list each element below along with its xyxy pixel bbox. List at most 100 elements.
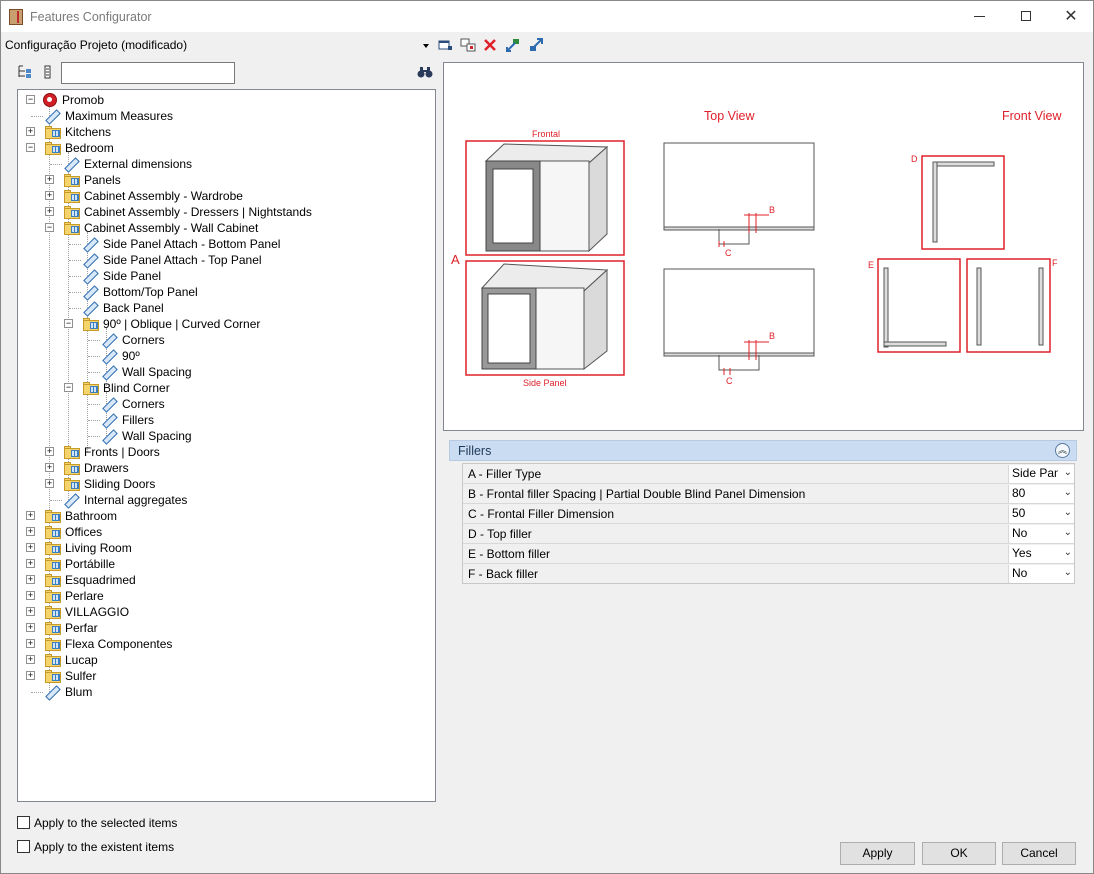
tree-item[interactable]: + Cabinet Assembly - Dressers | Nightstan… [18, 204, 428, 220]
expand-toggle[interactable]: + [45, 207, 54, 216]
tree-item[interactable]: + Lucap [18, 652, 428, 668]
apply-existent-checkbox[interactable]: Apply to the existent items [17, 840, 217, 856]
tree-item-label: Back Panel [103, 301, 164, 315]
tree-item[interactable]: + Flexa Componentes [18, 636, 428, 652]
tree-item[interactable]: Maximum Measures [18, 108, 428, 124]
tree-item[interactable]: + Sliding Doors [18, 476, 428, 492]
property-dropdown[interactable]: 80 ⌄ [1008, 485, 1075, 503]
profile-select[interactable]: Configuração Projeto (modificado) [5, 38, 431, 54]
delete-icon[interactable] [482, 37, 498, 53]
tree-item[interactable]: − Cabinet Assembly - Wall Cabinet [18, 220, 428, 236]
property-dropdown[interactable]: No ⌄ [1008, 525, 1075, 543]
tree-item[interactable]: Fillers [18, 412, 428, 428]
tree-item[interactable]: 90º [18, 348, 428, 364]
tree-item[interactable]: Wall Spacing [18, 428, 428, 444]
tree-item[interactable]: + Offices [18, 524, 428, 540]
checkbox-box[interactable] [17, 816, 30, 829]
expand-toggle[interactable]: + [26, 639, 35, 648]
chevron-down-icon[interactable]: ⌄ [1064, 547, 1072, 558]
tree-item[interactable]: Back Panel [18, 300, 428, 316]
tree-item[interactable]: Wall Spacing [18, 364, 428, 380]
collapse-toggle[interactable]: − [45, 223, 54, 232]
tree-item[interactable]: + Panels [18, 172, 428, 188]
expand-toggle[interactable]: + [45, 447, 54, 456]
expand-toggle[interactable]: + [26, 543, 35, 552]
tree-item[interactable]: Side Panel Attach - Bottom Panel [18, 236, 428, 252]
collapse-toggle[interactable]: − [64, 319, 73, 328]
tree-item[interactable]: − Bedroom [18, 140, 428, 156]
ok-button[interactable]: OK [922, 842, 996, 865]
close-button[interactable]: ✕ [1048, 1, 1094, 32]
expand-toggle[interactable]: + [45, 463, 54, 472]
tree-item[interactable]: + Portábille [18, 556, 428, 572]
search-input[interactable] [61, 62, 235, 84]
chevron-down-icon[interactable]: ⌄ [1064, 527, 1072, 538]
tree-item[interactable]: + VILLAGGIO [18, 604, 428, 620]
tree-item[interactable]: Side Panel [18, 268, 428, 284]
maximize-button[interactable] [1003, 1, 1049, 32]
collapse-section-icon[interactable]: ︽ [1055, 443, 1070, 458]
expand-toggle[interactable]: + [26, 655, 35, 664]
tree-item[interactable]: + Perlare [18, 588, 428, 604]
property-dropdown[interactable]: Side Panel ⌄ [1008, 465, 1075, 483]
tree-item[interactable]: Internal aggregates [18, 492, 428, 508]
label-c: C [725, 248, 732, 258]
configure-icon[interactable] [437, 37, 453, 53]
expand-toggle[interactable]: + [26, 127, 35, 136]
collapse-toggle[interactable]: − [64, 383, 73, 392]
expand-toggle[interactable]: + [26, 559, 35, 568]
export-icon[interactable] [528, 37, 544, 53]
chevron-down-icon[interactable]: ⌄ [1064, 487, 1072, 498]
collapse-all-icon[interactable] [40, 64, 56, 80]
tree-item-label: Promob [62, 93, 105, 107]
tree-item[interactable]: + Cabinet Assembly - Wardrobe [18, 188, 428, 204]
chevron-down-icon[interactable]: ⌄ [1064, 467, 1072, 478]
tree-item[interactable]: − 90º | Oblique | Curved Corner [18, 316, 428, 332]
expand-toggle[interactable]: + [26, 623, 35, 632]
expand-toggle[interactable]: + [45, 175, 54, 184]
checkbox-box[interactable] [17, 840, 30, 853]
tree-item[interactable]: − Blind Corner [18, 380, 428, 396]
minimize-button[interactable] [957, 1, 1003, 32]
collapse-toggle[interactable]: − [26, 95, 35, 104]
expand-toggle[interactable]: + [45, 479, 54, 488]
tree-item[interactable]: + Esquadrimed [18, 572, 428, 588]
chevron-down-icon[interactable]: ⌄ [1064, 507, 1072, 518]
import-icon[interactable] [505, 37, 521, 53]
tree-item[interactable]: + Drawers [18, 460, 428, 476]
tree-item[interactable]: External dimensions [18, 156, 428, 172]
tree-item[interactable]: + Living Room [18, 540, 428, 556]
tree-item[interactable]: + Sulfer [18, 668, 428, 684]
tree-item[interactable]: Corners [18, 396, 428, 412]
expand-all-icon[interactable] [17, 64, 33, 80]
tree-item[interactable]: Blum [18, 684, 428, 700]
apply-selected-checkbox[interactable]: Apply to the selected items [17, 816, 217, 832]
tree-item[interactable]: + Bathroom [18, 508, 428, 524]
expand-toggle[interactable]: + [26, 575, 35, 584]
expand-toggle[interactable]: + [26, 527, 35, 536]
tree-item[interactable]: Corners [18, 332, 428, 348]
property-dropdown[interactable]: No ⌄ [1008, 565, 1075, 583]
property-dropdown[interactable]: 50 ⌄ [1008, 505, 1075, 523]
chevron-down-icon[interactable]: ⌄ [1064, 567, 1072, 578]
cancel-button[interactable]: Cancel [1002, 842, 1076, 865]
expand-toggle[interactable]: + [45, 191, 54, 200]
tree-item[interactable]: + Kitchens [18, 124, 428, 140]
tree-item[interactable]: + Perfar [18, 620, 428, 636]
expand-toggle[interactable]: + [26, 591, 35, 600]
fillers-section-header[interactable]: Fillers ︽ [449, 440, 1077, 461]
apply-button[interactable]: Apply [840, 842, 915, 865]
expand-toggle[interactable]: + [26, 607, 35, 616]
tree-item[interactable]: Side Panel Attach - Top Panel [18, 252, 428, 268]
binoculars-icon[interactable] [417, 64, 433, 80]
feature-tree[interactable]: − Promob Maximum Measures + Kitchens − Bedro… [17, 89, 436, 802]
tree-item[interactable]: + Fronts | Doors [18, 444, 428, 460]
property-dropdown[interactable]: Yes ⌄ [1008, 545, 1075, 563]
tree-item[interactable]: Bottom/Top Panel [18, 284, 428, 300]
expand-toggle[interactable]: + [26, 511, 35, 520]
copy-icon[interactable] [460, 37, 476, 53]
folder-icon [45, 573, 61, 587]
expand-toggle[interactable]: + [26, 671, 35, 680]
export-icon-svg [530, 38, 543, 51]
collapse-toggle[interactable]: − [26, 143, 35, 152]
